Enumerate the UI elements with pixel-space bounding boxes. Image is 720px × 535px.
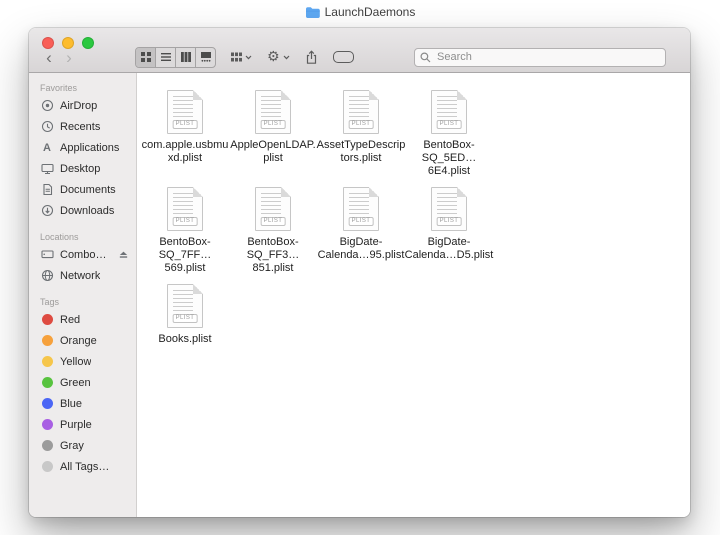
tag-icon [332,51,354,63]
sidebar-item-all-tags[interactable]: All Tags… [29,456,136,477]
icon-view-icon [140,52,151,62]
sidebar-section-favorites: Favorites [40,83,78,93]
group-button[interactable] [231,52,252,62]
file-name: com.apple.usbmu xd.plist [141,139,229,164]
plist-file-icon: PLIST [255,187,291,231]
file-name: BentoBox- SQ_7FF…569.plist [158,236,212,274]
column-view-icon [180,52,191,62]
sidebar-item-downloads[interactable]: Downloads [29,200,136,221]
search-icon [420,52,431,62]
tag-color-dot [41,419,53,430]
sidebar-item-tag-red[interactable]: Red [29,309,136,330]
gear-icon: ⚙ [267,49,280,65]
list-view-icon [160,53,171,61]
list-view-button[interactable] [156,47,176,67]
window-title-caption: LaunchDaemons [0,5,720,19]
file-name: BigDate- Calenda…D5.plist [404,236,494,261]
file-name: Books.plist [158,333,212,345]
file-item[interactable]: PLIST com.apple.usbmu xd.plist [141,87,229,184]
toolbar: ‹ › ⚙ [29,45,690,69]
chevron-down-icon [283,55,289,59]
sidebar-item-desktop[interactable]: Desktop [29,158,136,179]
back-button[interactable]: ‹ [39,47,59,67]
file-item[interactable]: PLIST BigDate- Calenda…D5.plist [405,184,493,281]
plist-file-icon: PLIST [167,187,203,231]
caption-title: LaunchDaemons [324,5,416,19]
share-button[interactable] [305,49,318,65]
downloads-icon [40,204,54,217]
sidebar-section-tags: Tags [40,297,60,307]
file-name: BentoBox- SQ_5ED…6E4.plist [421,139,477,177]
file-item[interactable]: PLIST BigDate- Calenda…95.plist [317,184,405,281]
search-field[interactable] [414,47,666,67]
plist-file-icon: PLIST [343,90,379,134]
plist-file-icon: PLIST [167,284,203,328]
sidebar-item-documents[interactable]: Documents [29,179,136,200]
group-icon [231,52,242,62]
eject-icon[interactable] [118,249,129,260]
sidebar-item-tag-gray[interactable]: Gray [29,435,136,456]
file-name: BigDate- Calenda…95.plist [317,236,405,261]
sidebar-item-tag-yellow[interactable]: Yellow [29,351,136,372]
tags-button[interactable] [332,51,354,63]
share-icon [306,49,316,64]
sidebar-item-tag-purple[interactable]: Purple [29,414,136,435]
sidebar-item-applications[interactable]: A Applications [29,137,136,158]
tag-color-dot [41,461,53,472]
plist-file-icon: PLIST [255,90,291,134]
file-item[interactable]: PLIST AppleOpenLDAP. plist [229,87,317,184]
sidebar-item-recents[interactable]: Recents [29,116,136,137]
chevron-down-icon [245,55,252,59]
tag-color-dot [41,440,53,451]
file-item[interactable]: PLIST BentoBox- SQ_7FF…569.plist [141,184,229,281]
gallery-view-icon [200,52,211,62]
forward-button[interactable]: › [59,47,79,67]
plist-file-icon: PLIST [167,90,203,134]
action-menu-button[interactable]: ⚙ [267,50,290,64]
icon-view-button[interactable] [136,47,156,67]
file-item[interactable]: PLIST AssetTypeDescrip tors.plist [317,87,405,184]
view-mode-control [135,46,216,68]
folder-icon [305,6,320,19]
sidebar-item-tag-blue[interactable]: Blue [29,393,136,414]
file-item[interactable]: PLIST BentoBox- SQ_FF3…851.plist [229,184,317,281]
applications-icon: A [43,141,51,154]
globe-icon [40,269,54,282]
sidebar-section-locations: Locations [40,232,79,242]
external-disk-icon [40,248,54,261]
search-input[interactable] [435,50,660,64]
tag-color-dot [41,398,53,409]
plist-file-icon: PLIST [431,90,467,134]
plist-file-icon: PLIST [431,187,467,231]
file-item[interactable]: PLIST Books.plist [141,281,229,378]
sidebar: Favorites AirDrop Recents A Applications… [29,73,137,517]
airdrop-icon [40,99,54,112]
sidebar-item-airdrop[interactable]: AirDrop [29,95,136,116]
sidebar-item-combo-drive[interactable]: Combo… [29,244,136,265]
gallery-view-button[interactable] [196,48,215,67]
tag-color-dot [41,314,53,325]
sidebar-item-tag-green[interactable]: Green [29,372,136,393]
finder-window: ‹ › ⚙ Search Favorites AirDrop Recents A… [29,28,690,517]
file-name: AppleOpenLDAP. plist [230,139,316,164]
plist-file-icon: PLIST [343,187,379,231]
tag-color-dot [41,377,53,388]
document-icon [40,183,54,196]
tag-color-dot [41,356,53,367]
desktop-icon [40,162,54,175]
file-name: BentoBox- SQ_FF3…851.plist [246,236,300,274]
file-name: AssetTypeDescrip tors.plist [316,139,406,164]
icon-grid: PLIST com.apple.usbmu xd.plist PLIST App… [141,87,690,378]
clock-icon [40,120,54,133]
navigation-buttons: ‹ › [39,47,79,67]
titlebar-toolbar: ‹ › ⚙ [29,28,690,73]
column-view-button[interactable] [176,47,196,67]
file-item[interactable]: PLIST BentoBox- SQ_5ED…6E4.plist [405,87,493,184]
file-browser-content: PLIST com.apple.usbmu xd.plist PLIST App… [137,73,690,517]
sidebar-item-network[interactable]: Network [29,265,136,286]
tag-color-dot [41,335,53,346]
sidebar-item-tag-orange[interactable]: Orange [29,330,136,351]
